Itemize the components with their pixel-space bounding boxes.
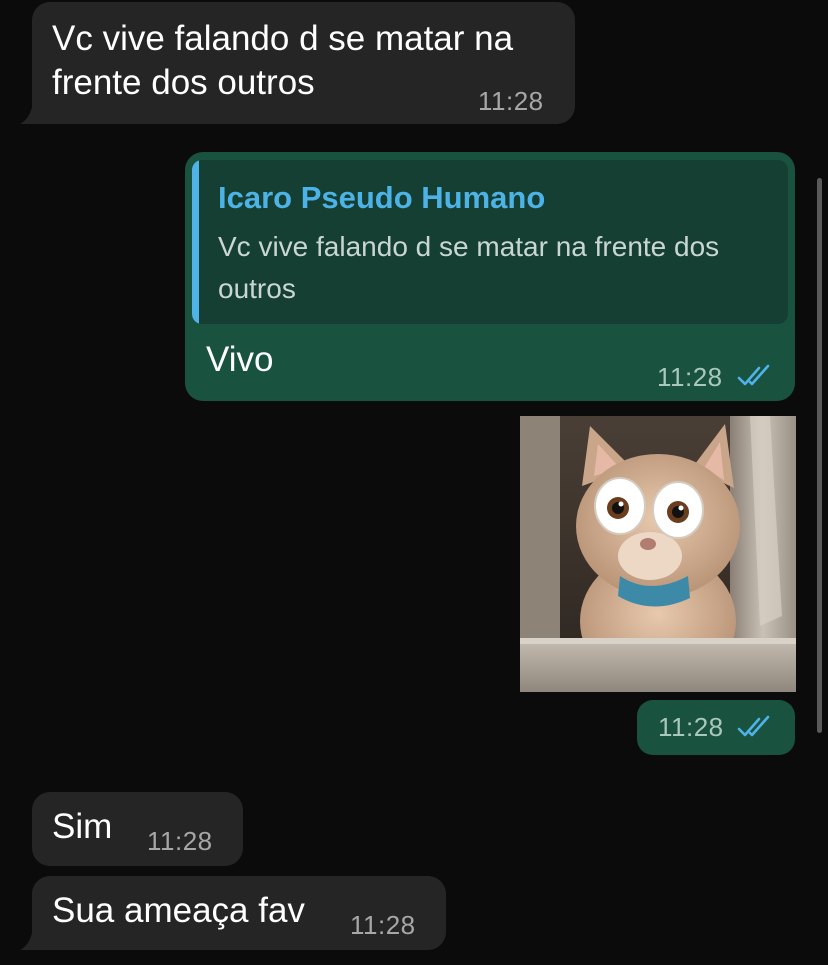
message-text: Sua ameaça fav: [52, 891, 305, 930]
message-text: Vivo: [206, 340, 274, 379]
message-time: 11:28: [350, 910, 416, 940]
cat-image: [520, 416, 796, 692]
reply-quote[interactable]: Icaro Pseudo Humano Vc vive falando d se…: [192, 160, 788, 324]
message-bubble-incoming[interactable]: Sim 11:28: [32, 792, 243, 866]
image-message[interactable]: [520, 416, 796, 692]
message-text: Sim: [52, 807, 113, 846]
message-time: 11:28: [657, 362, 723, 392]
message-bubble-incoming[interactable]: Vc vive falando d se matar na frente dos…: [32, 2, 575, 124]
read-receipt-icon: [737, 715, 770, 737]
message-text: Vc vive falando d se matar na frente dos…: [52, 19, 514, 102]
bubble-tail: [20, 96, 48, 124]
image-caption-bubble[interactable]: 11:28: [637, 700, 795, 755]
reply-author: Icaro Pseudo Humano: [218, 180, 546, 215]
reply-text: Vc vive falando d se matar na frente dos…: [218, 231, 720, 304]
read-receipt-icon: [737, 364, 770, 386]
message-bubble-incoming[interactable]: Sua ameaça fav 11:28: [32, 876, 446, 950]
bubble-tail: [20, 922, 48, 950]
message-time: 11:28: [147, 826, 213, 856]
message-time: 11:28: [478, 86, 544, 116]
reply-quote-bar: [192, 160, 199, 324]
scroll-indicator[interactable]: [817, 178, 822, 733]
message-time: 11:28: [658, 712, 724, 742]
